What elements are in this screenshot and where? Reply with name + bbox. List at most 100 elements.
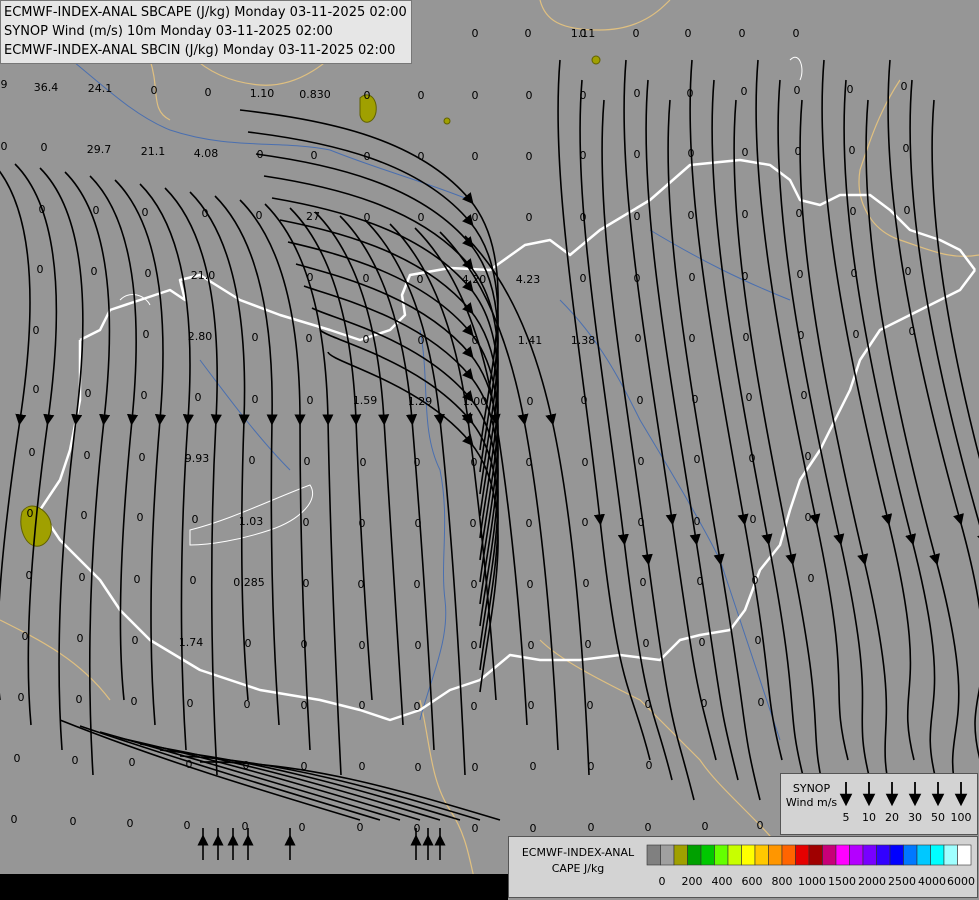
cape-swatch bbox=[943, 844, 958, 866]
cin-value: 0 bbox=[850, 205, 857, 218]
cin-value: 0 bbox=[249, 454, 256, 467]
cin-value: 0 bbox=[472, 761, 479, 774]
cin-value: 21.0 bbox=[191, 269, 216, 282]
cape-swatch bbox=[957, 844, 972, 866]
cin-value: 4.20 bbox=[462, 273, 487, 286]
cape-tick-label: 400 bbox=[712, 875, 733, 888]
cin-value: 0 bbox=[132, 634, 139, 647]
cin-value: 0 bbox=[527, 395, 534, 408]
cape-swatch bbox=[687, 844, 702, 866]
header-line-wind: SYNOP Wind (m/s) 10m Monday 03-11-2025 0… bbox=[4, 24, 333, 39]
cin-value: 0 bbox=[587, 699, 594, 712]
cin-value: 0 bbox=[359, 699, 366, 712]
cin-value: 0 bbox=[93, 204, 100, 217]
cape-swatch bbox=[889, 844, 904, 866]
cape-swatch bbox=[835, 844, 850, 866]
cin-value: 0 bbox=[1, 140, 8, 153]
cin-value: 0 bbox=[41, 141, 48, 154]
cin-value: 0 bbox=[583, 577, 590, 590]
cin-value: 0 bbox=[26, 569, 33, 582]
cin-value: 0 bbox=[794, 84, 801, 97]
cin-value: 0 bbox=[640, 576, 647, 589]
cin-value: 21.1 bbox=[141, 145, 166, 158]
cin-value: 0 bbox=[359, 760, 366, 773]
wind-speed-label: 10 bbox=[862, 811, 876, 824]
cin-value: 1.10 bbox=[250, 87, 275, 100]
cin-value: 0 bbox=[757, 819, 764, 832]
cin-value: 0 bbox=[139, 451, 146, 464]
cin-value: 0 bbox=[307, 394, 314, 407]
cin-value: 0 bbox=[742, 208, 749, 221]
cape-swatch bbox=[795, 844, 810, 866]
cin-value: 0 bbox=[903, 142, 910, 155]
wind-speed-label: 20 bbox=[885, 811, 899, 824]
cin-value: 0 bbox=[798, 329, 805, 342]
cin-value: 0 bbox=[22, 630, 29, 643]
cin-value: 0 bbox=[187, 697, 194, 710]
cin-value: 0 bbox=[580, 89, 587, 102]
cin-value: 0 bbox=[418, 211, 425, 224]
cin-value: 0 bbox=[638, 516, 645, 529]
cin-value: 0 bbox=[91, 265, 98, 278]
cin-value: 0 bbox=[143, 328, 150, 341]
cape-swatch bbox=[876, 844, 891, 866]
cin-value: 0 bbox=[303, 577, 310, 590]
cin-value: 29.7 bbox=[87, 143, 112, 156]
cin-value: 0 bbox=[694, 515, 701, 528]
cin-value: 0 bbox=[701, 697, 708, 710]
header-line-cape: ECMWF-INDEX-ANAL SBCAPE (J/kg) Monday 03… bbox=[4, 5, 407, 20]
cin-value: 0 bbox=[11, 813, 18, 826]
cin-value: 0 bbox=[637, 394, 644, 407]
cin-value: 0 bbox=[687, 87, 694, 100]
cin-value: 0 bbox=[81, 509, 88, 522]
cape-tick-label: 0 bbox=[659, 875, 666, 888]
cin-value: 0 bbox=[192, 513, 199, 526]
cin-value: 0 bbox=[77, 632, 84, 645]
cin-value: 1.03 bbox=[239, 515, 264, 528]
cin-value: 0 bbox=[755, 634, 762, 647]
cin-value: 0 bbox=[688, 147, 695, 160]
cin-value: 0 bbox=[301, 760, 308, 773]
cin-value: 0 bbox=[358, 578, 365, 591]
cin-value: 0 bbox=[137, 511, 144, 524]
cin-value: 4.08 bbox=[194, 147, 219, 160]
wind-speed-label: 100 bbox=[951, 811, 972, 824]
cin-value: 0 bbox=[585, 638, 592, 651]
cin-value: 0 bbox=[415, 761, 422, 774]
cin-value: 0 bbox=[470, 517, 477, 530]
cin-value: 0 bbox=[127, 817, 134, 830]
cape-swatch bbox=[727, 844, 742, 866]
synop-wind-legend: SYNOP Wind m/s 5 10 20 30 50 100 bbox=[780, 773, 978, 835]
cin-value: 0 bbox=[357, 821, 364, 834]
cin-value: 0 bbox=[530, 822, 537, 835]
cin-value: 0 bbox=[526, 211, 533, 224]
cin-value: 0 bbox=[471, 639, 478, 652]
cin-value: 0 bbox=[418, 150, 425, 163]
cin-value: 0.285 bbox=[233, 576, 265, 589]
cin-value: 0 bbox=[526, 89, 533, 102]
cin-value: 0 bbox=[797, 268, 804, 281]
cape-tick-label: 1500 bbox=[828, 875, 856, 888]
cin-value: 0 bbox=[252, 331, 259, 344]
wind-speed-label: 30 bbox=[908, 811, 922, 824]
cin-value: 1.59 bbox=[353, 394, 378, 407]
cin-value: 0 bbox=[414, 700, 421, 713]
cape-tick-label: 2000 bbox=[858, 875, 886, 888]
cin-value: 0 bbox=[795, 145, 802, 158]
cin-value: 0 bbox=[471, 578, 478, 591]
cin-value: 2.80 bbox=[188, 330, 213, 343]
cape-color-scale: 0 200 400 600 800 1000 1500 2000 2500 4000 6000 bbox=[646, 844, 975, 888]
cape-swatch bbox=[660, 844, 675, 866]
cin-value: 0 bbox=[311, 149, 318, 162]
cape-tick-label: 1000 bbox=[798, 875, 826, 888]
cin-value: 0 bbox=[205, 86, 212, 99]
cin-value: 0 bbox=[697, 575, 704, 588]
cin-value: 0 bbox=[141, 389, 148, 402]
cape-swatch bbox=[754, 844, 769, 866]
cin-value: 0 bbox=[307, 271, 314, 284]
cin-value: 0 bbox=[750, 513, 757, 526]
cin-value: 0 bbox=[743, 331, 750, 344]
cin-value: 0 bbox=[245, 637, 252, 650]
cin-value: 4.23 bbox=[516, 273, 541, 286]
cin-value: 0 bbox=[582, 456, 589, 469]
